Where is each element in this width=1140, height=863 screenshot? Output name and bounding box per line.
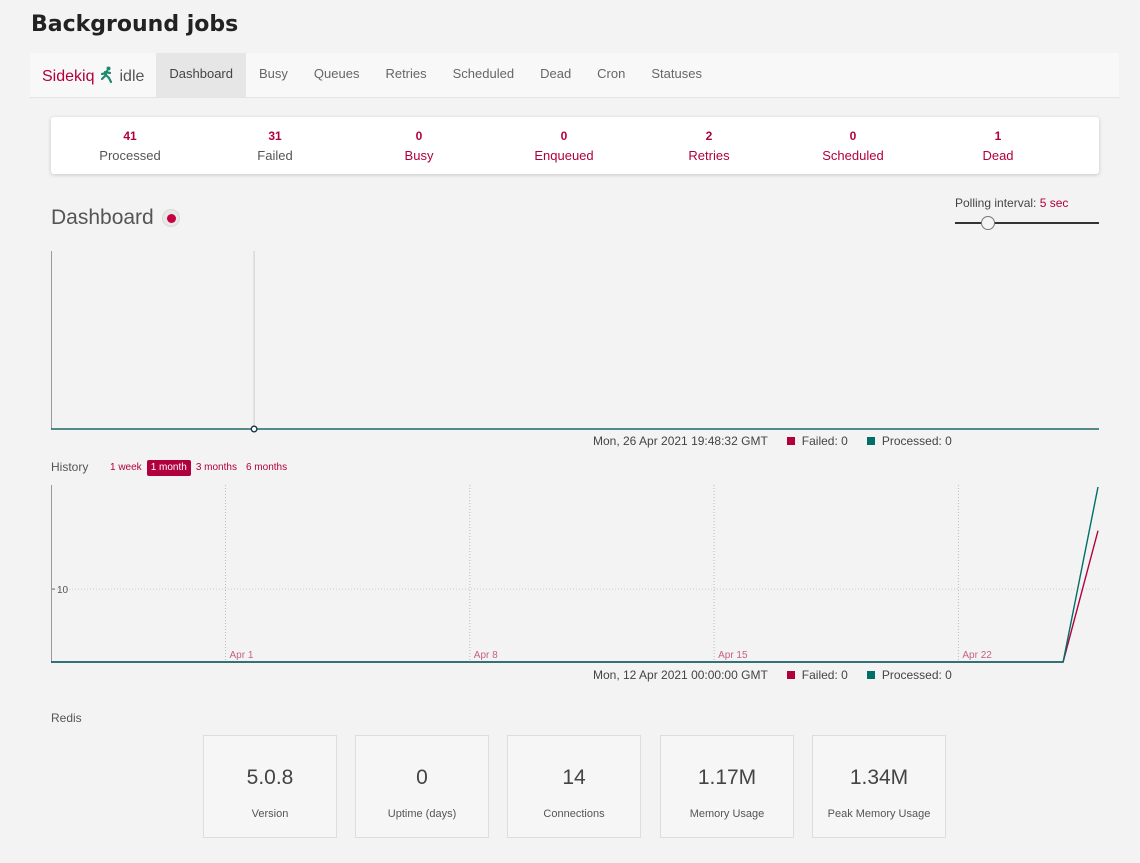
x-tick-label: Apr 15 bbox=[718, 650, 748, 661]
tab-dashboard[interactable]: Dashboard bbox=[156, 53, 246, 97]
stat-scheduled-label: Scheduled bbox=[822, 148, 884, 163]
navbar: Sidekiq idle Dashboard Busy Queues Retri… bbox=[30, 53, 1119, 98]
processed-swatch bbox=[866, 671, 875, 679]
realtime-legend-processed: Processed: 0 bbox=[866, 434, 952, 448]
stat-failed[interactable]: 31 Failed bbox=[205, 117, 345, 174]
stat-busy-label: Busy bbox=[404, 148, 434, 163]
redis-peak-memory-value: 1.34M bbox=[849, 766, 909, 789]
tab-statuses[interactable]: Statuses bbox=[638, 53, 715, 97]
history-chart: Apr 1 Apr 8 Apr 15 Apr 22 10 bbox=[51, 485, 1099, 663]
redis-uptime: 0 Uptime (days) bbox=[355, 735, 489, 838]
runner-icon bbox=[100, 66, 114, 84]
realtime-chart-svg bbox=[51, 251, 1099, 433]
dashboard-title: Dashboard bbox=[51, 206, 154, 229]
history-range-links: 1 week 1 month 3 months 6 months bbox=[106, 460, 292, 476]
x-tick-label: Apr 8 bbox=[474, 650, 498, 661]
redis-uptime-caption: Uptime (days) bbox=[387, 808, 457, 820]
stat-dead-count: 1 bbox=[994, 129, 1002, 143]
redis-peak-memory-caption: Peak Memory Usage bbox=[827, 808, 931, 820]
redis-version-caption: Version bbox=[251, 808, 289, 820]
polling-interval-value: 5 sec bbox=[1039, 196, 1069, 210]
redis-memory-usage: 1.17M Memory Usage bbox=[660, 735, 794, 838]
stat-failed-count: 31 bbox=[268, 129, 282, 143]
nav-tabs: Dashboard Busy Queues Retries Scheduled … bbox=[156, 53, 715, 97]
stat-enqueued-count: 0 bbox=[560, 129, 568, 143]
stat-retries[interactable]: 2 Retries bbox=[639, 117, 779, 174]
stat-retries-count: 2 bbox=[705, 129, 713, 143]
x-tick-label: Apr 1 bbox=[230, 650, 254, 661]
stats-summary: 41 Processed 31 Failed 0 Busy 0 Enqueued… bbox=[51, 117, 1099, 174]
history-label: History bbox=[51, 460, 89, 474]
realtime-legend-failed: Failed: 0 bbox=[786, 434, 848, 448]
history-legend-processed: Processed: 0 bbox=[866, 668, 952, 682]
tab-queues[interactable]: Queues bbox=[301, 53, 373, 97]
history-chart-svg: Apr 1 Apr 8 Apr 15 Apr 22 10 bbox=[51, 485, 1099, 663]
realtime-chart bbox=[51, 251, 1099, 433]
range-1-month[interactable]: 1 month bbox=[146, 460, 191, 476]
tab-retries[interactable]: Retries bbox=[372, 53, 439, 97]
brand[interactable]: Sidekiq idle bbox=[30, 53, 156, 97]
redis-connections-value: 14 bbox=[562, 766, 586, 789]
history-legend-time: Mon, 12 Apr 2021 00:00:00 GMT bbox=[593, 668, 768, 682]
x-tick-label: Apr 22 bbox=[962, 650, 992, 661]
failed-swatch bbox=[786, 437, 795, 445]
redis-connections: 14 Connections bbox=[507, 735, 641, 838]
stat-retries-label: Retries bbox=[688, 148, 730, 163]
slider-thumb[interactable] bbox=[981, 216, 995, 230]
redis-memory-usage-value: 1.17M bbox=[697, 766, 757, 789]
slider-track bbox=[955, 222, 1099, 224]
history-legend-failed: Failed: 0 bbox=[786, 668, 848, 682]
redis-version-value: 5.0.8 bbox=[246, 766, 294, 789]
live-dot bbox=[166, 213, 176, 223]
realtime-legend-time: Mon, 26 Apr 2021 19:48:32 GMT bbox=[593, 434, 768, 448]
range-3-months[interactable]: 3 months bbox=[192, 460, 241, 476]
failed-swatch bbox=[786, 671, 795, 679]
page-title: Background jobs bbox=[31, 12, 239, 37]
redis-memory-usage-caption: Memory Usage bbox=[689, 808, 765, 820]
polling-interval-slider[interactable] bbox=[955, 214, 1099, 232]
stat-busy-count: 0 bbox=[415, 129, 423, 143]
history-failed-text: Failed: 0 bbox=[801, 668, 848, 682]
stat-busy[interactable]: 0 Busy bbox=[349, 117, 489, 174]
stat-dead-label: Dead bbox=[982, 148, 1014, 163]
series-line-failed bbox=[51, 530, 1099, 663]
realtime-failed-text: Failed: 0 bbox=[801, 434, 848, 448]
processed-swatch bbox=[866, 437, 875, 445]
stat-scheduled-count: 0 bbox=[849, 129, 857, 143]
tab-scheduled[interactable]: Scheduled bbox=[440, 53, 527, 97]
stat-processed-label: Processed bbox=[99, 148, 161, 163]
live-poll-icon[interactable] bbox=[162, 209, 180, 227]
polling-interval-label: Polling interval: bbox=[955, 196, 1037, 210]
stat-failed-label: Failed bbox=[257, 148, 293, 163]
polling-interval: Polling interval: 5 sec bbox=[955, 196, 1068, 210]
redis-version: 5.0.8 Version bbox=[203, 735, 337, 838]
realtime-legend: Mon, 26 Apr 2021 19:48:32 GMT Failed: 0 … bbox=[593, 434, 971, 448]
redis-connections-caption: Connections bbox=[543, 808, 605, 820]
status-label: idle bbox=[119, 68, 145, 85]
brand-name[interactable]: Sidekiq bbox=[42, 68, 94, 86]
redis-peak-memory: 1.34M Peak Memory Usage bbox=[812, 735, 946, 838]
y-tick-label: 10 bbox=[57, 585, 69, 596]
stat-enqueued-label: Enqueued bbox=[534, 148, 594, 163]
stat-processed-count: 41 bbox=[123, 129, 137, 143]
tab-busy[interactable]: Busy bbox=[246, 53, 301, 97]
stat-dead[interactable]: 1 Dead bbox=[928, 117, 1068, 174]
redis-uptime-value: 0 bbox=[416, 766, 428, 789]
hover-point bbox=[250, 425, 258, 433]
history-processed-text: Processed: 0 bbox=[881, 668, 952, 682]
history-legend: Mon, 12 Apr 2021 00:00:00 GMT Failed: 0 … bbox=[593, 668, 971, 682]
range-1-week[interactable]: 1 week bbox=[106, 460, 146, 476]
redis-label: Redis bbox=[51, 711, 82, 725]
stat-enqueued[interactable]: 0 Enqueued bbox=[494, 117, 634, 174]
tab-dead[interactable]: Dead bbox=[527, 53, 584, 97]
series-line-processed bbox=[51, 486, 1099, 663]
realtime-processed-text: Processed: 0 bbox=[881, 434, 952, 448]
tab-cron[interactable]: Cron bbox=[584, 53, 638, 97]
stat-scheduled[interactable]: 0 Scheduled bbox=[783, 117, 923, 174]
stat-processed[interactable]: 41 Processed bbox=[60, 117, 200, 174]
range-6-months[interactable]: 6 months bbox=[242, 460, 291, 476]
